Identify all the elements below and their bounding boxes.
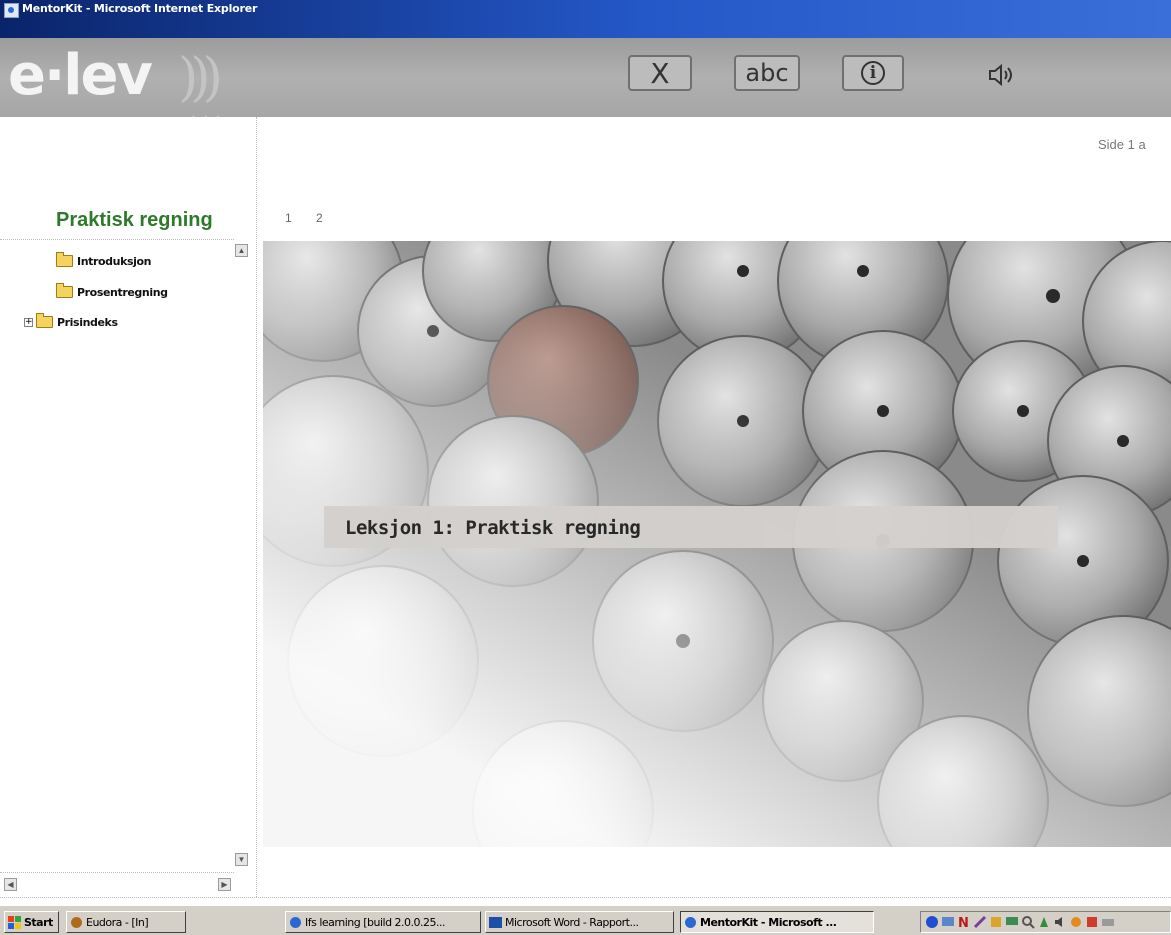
- system-tray: N: [920, 911, 1171, 933]
- taskbar-button-mentorkit[interactable]: MentorKit - Microsoft ...: [680, 911, 874, 933]
- speaker-button[interactable]: [984, 62, 1020, 88]
- keyboard-icon[interactable]: [1101, 915, 1115, 929]
- lesson-title: Leksjon 1: Praktisk regning: [345, 517, 641, 539]
- tree-horizontal-scrollbar[interactable]: ◀ ▶: [0, 872, 234, 894]
- close-button[interactable]: X: [628, 55, 692, 91]
- alert-icon[interactable]: [1085, 915, 1099, 929]
- app-icon[interactable]: [1069, 915, 1083, 929]
- page-tab-1[interactable]: 1: [285, 211, 292, 225]
- internet-explorer-icon: [290, 916, 301, 928]
- page-tab-2[interactable]: 2: [316, 211, 323, 225]
- course-title: Praktisk regning: [56, 209, 213, 231]
- expand-plus-icon[interactable]: +: [24, 317, 33, 327]
- start-label: Start: [24, 915, 53, 929]
- folder-icon: [56, 283, 73, 298]
- tree-item-prosentregning[interactable]: Prosentregning: [56, 283, 168, 301]
- tree-item-label: Introduksjon: [77, 254, 152, 268]
- norton-icon[interactable]: N: [957, 915, 971, 929]
- volume-icon[interactable]: [1053, 915, 1067, 929]
- taskbar-button-label: Eudora - [In]: [86, 915, 149, 929]
- search-icon[interactable]: [1021, 915, 1035, 929]
- taskbar-button-eudora[interactable]: Eudora - [In]: [66, 911, 186, 933]
- display-icon[interactable]: [941, 915, 955, 929]
- taskbar-button-label: Microsoft Word - Rapport...: [505, 915, 639, 929]
- eudora-icon: [71, 916, 82, 928]
- tree-item-label: Prosentregning: [77, 285, 168, 299]
- tree-item-prisindeks[interactable]: + Prisindeks: [24, 313, 118, 331]
- network-icon[interactable]: [925, 915, 939, 929]
- tree-item-label: Prisindeks: [57, 315, 118, 329]
- scroll-up-arrow-icon[interactable]: ▲: [235, 244, 248, 257]
- tree-vertical-scrollbar[interactable]: ▲ ▼: [234, 239, 255, 872]
- calendar-icon[interactable]: [989, 915, 1003, 929]
- svg-text:N: N: [958, 916, 969, 929]
- monitor-icon[interactable]: [1005, 915, 1019, 929]
- info-icon: i: [861, 61, 885, 85]
- window-title-bar: MentorKit - Microsoft Internet Explorer: [0, 0, 1171, 40]
- logo-text: e·lev: [8, 43, 153, 108]
- sidebar: Praktisk regning Introduksjon Prosentreg…: [0, 117, 257, 897]
- word-icon: [489, 916, 502, 928]
- scroll-right-arrow-icon[interactable]: ▶: [218, 878, 231, 891]
- folder-icon: [36, 313, 53, 328]
- abc-button[interactable]: abc: [734, 55, 800, 91]
- internet-explorer-icon: [4, 3, 19, 18]
- start-button[interactable]: Start: [4, 911, 59, 933]
- tool-icon[interactable]: [973, 915, 987, 929]
- scroll-down-arrow-icon[interactable]: ▼: [235, 853, 248, 866]
- tree-item-introduksjon[interactable]: Introduksjon: [56, 252, 151, 270]
- taskbar-button-word[interactable]: Microsoft Word - Rapport...: [485, 911, 674, 933]
- taskbar-button-label: MentorKit - Microsoft ...: [700, 915, 837, 929]
- window-title: MentorKit - Microsoft Internet Explorer: [22, 2, 258, 15]
- taskbar-button-label: Ifs learning [build 2.0.0.25...: [305, 915, 446, 929]
- lesson-tree: Introduksjon Prosentregning + Prisindeks: [0, 239, 234, 872]
- info-button[interactable]: i: [842, 55, 904, 91]
- lesson-title-banner: Leksjon 1: Praktisk regning: [324, 506, 1058, 548]
- page-tabs: 1 2: [285, 211, 344, 225]
- windows-logo-icon: [8, 915, 21, 929]
- page-indicator: Side 1 a: [1098, 137, 1146, 152]
- bottom-divider: [0, 897, 1171, 898]
- scroll-left-arrow-icon[interactable]: ◀: [4, 878, 17, 891]
- windows-taskbar: Start Eudora - [In] Ifs learning [build …: [0, 905, 1171, 935]
- internet-explorer-icon: [685, 916, 696, 928]
- app-header: e·lev )))((( X abc i: [0, 38, 1171, 168]
- speaker-icon: [989, 63, 1012, 87]
- taskbar-button-ifs-learning[interactable]: Ifs learning [build 2.0.0.25...: [285, 911, 481, 933]
- open-folder-icon: [56, 252, 73, 267]
- antivirus-icon[interactable]: [1037, 915, 1051, 929]
